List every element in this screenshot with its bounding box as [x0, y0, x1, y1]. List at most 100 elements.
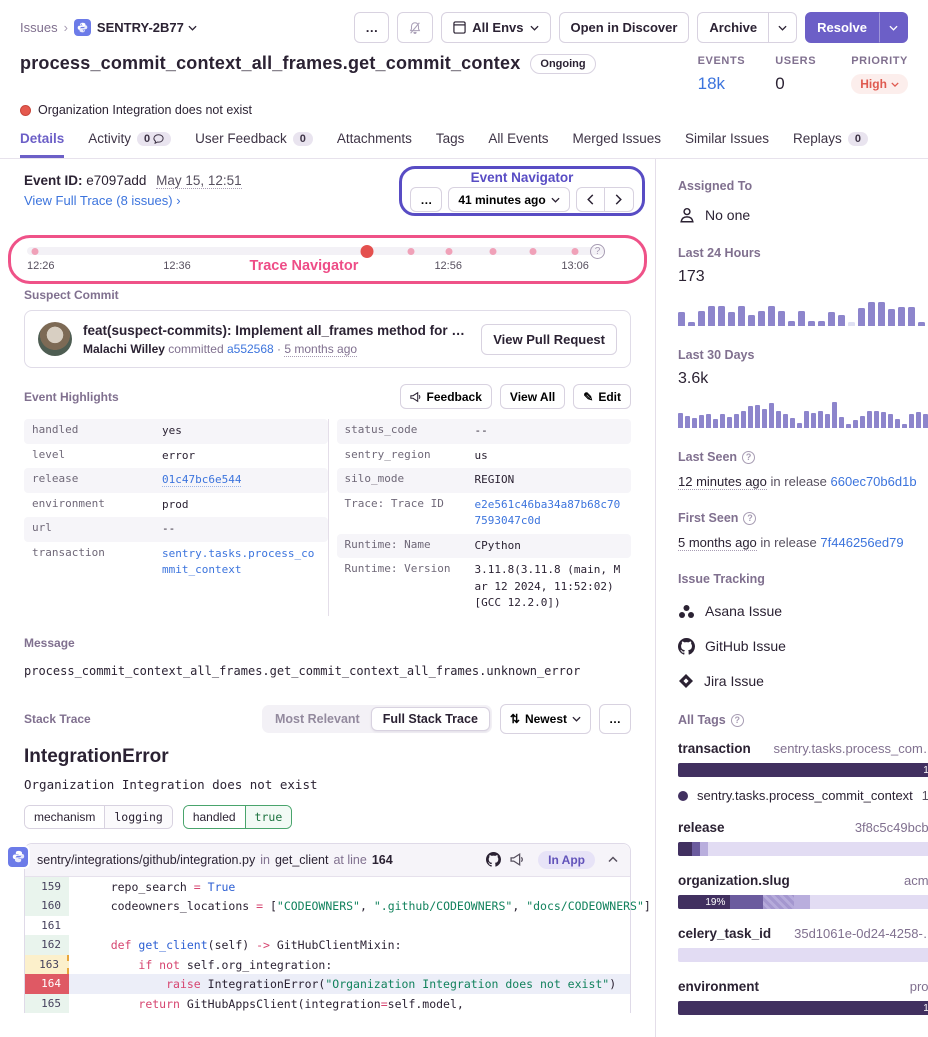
tag-bar-segment[interactable]: [692, 842, 700, 856]
mute-bell-button[interactable]: [397, 12, 433, 43]
stack-trace-more-button[interactable]: …: [599, 704, 631, 734]
highlight-value: us: [475, 448, 624, 465]
line-number: 165: [25, 994, 69, 1014]
open-in-discover-button[interactable]: Open in Discover: [559, 12, 690, 43]
prev-event-button[interactable]: [576, 187, 605, 212]
tag-header[interactable]: organization.slugacme: [678, 873, 928, 888]
tab-user-feedback[interactable]: User Feedback0: [195, 131, 313, 158]
last-seen-release-link[interactable]: 660ec70b6d1b: [831, 474, 917, 489]
chart-bar: [853, 420, 858, 428]
issue-tracking-github[interactable]: GitHub Issue+: [678, 636, 928, 656]
resolve-button[interactable]: Resolve: [805, 12, 879, 43]
next-event-button[interactable]: [605, 187, 634, 212]
chart-bar: [825, 414, 830, 428]
tag-bar-segment[interactable]: 100%: [678, 1001, 928, 1015]
tab-tags[interactable]: Tags: [436, 131, 465, 158]
person-icon: [678, 206, 696, 224]
tag-header[interactable]: environmentprod: [678, 979, 928, 994]
issue-tracking-asana[interactable]: Asana Issue+: [678, 601, 928, 621]
tag-bar-segment[interactable]: [700, 842, 708, 856]
tab-similar-issues[interactable]: Similar Issues: [685, 131, 769, 158]
tag-bar-segment[interactable]: [678, 842, 692, 856]
tag-bar-segment[interactable]: [763, 895, 793, 909]
commit-sha-link[interactable]: a552568: [227, 342, 274, 356]
tag-detail-row[interactable]: sentry.tasks.process_commit_context100%: [678, 788, 928, 803]
chart-bar: [708, 306, 715, 326]
main-column: Event ID: e7097add May 15, 12:51 View Fu…: [0, 159, 655, 1037]
tab-activity[interactable]: Activity0: [88, 131, 171, 158]
tag-bar-segment[interactable]: [730, 895, 763, 909]
toggle-most-relevant[interactable]: Most Relevant: [264, 708, 371, 730]
tab-merged-issues[interactable]: Merged Issues: [572, 131, 661, 158]
event-more-button[interactable]: …: [410, 187, 442, 212]
code-line-160: 160 codeowners_locations = ["CODEOWNERS"…: [25, 896, 630, 916]
feedback-button[interactable]: Feedback: [400, 384, 492, 409]
github-icon[interactable]: [486, 852, 501, 867]
tab-replays[interactable]: Replays0: [793, 131, 868, 158]
help-icon[interactable]: ?: [731, 714, 744, 727]
chevron-up-icon[interactable]: [608, 856, 618, 863]
archive-button[interactable]: Archive: [697, 12, 769, 43]
priority-badge[interactable]: High: [851, 74, 908, 94]
current-event-dot[interactable]: [361, 245, 374, 258]
highlight-value[interactable]: sentry.tasks.process_commit_context: [162, 546, 320, 579]
help-icon[interactable]: ?: [742, 451, 755, 464]
tab-attachments[interactable]: Attachments: [337, 131, 412, 158]
help-icon[interactable]: ?: [743, 512, 756, 525]
tag-header[interactable]: transactionsentry.tasks.process_com…: [678, 741, 928, 756]
breadcrumb-issues[interactable]: Issues: [20, 20, 58, 35]
highlight-key: Runtime: Name: [345, 538, 475, 555]
tab-all-events[interactable]: All Events: [488, 131, 548, 158]
edit-button[interactable]: ✎ Edit: [573, 384, 631, 409]
commit-age[interactable]: 5 months ago: [284, 342, 357, 357]
chart-bar: [713, 419, 718, 428]
tag-header[interactable]: celery_task_id35d1061e-0d24-4258-…: [678, 926, 928, 941]
tag-bar-segment[interactable]: [794, 895, 811, 909]
tab-details[interactable]: Details: [20, 131, 64, 158]
chart-bar: [881, 412, 886, 428]
last-seen-time[interactable]: 12 minutes ago: [678, 474, 767, 490]
last-30-days-chart[interactable]: [678, 398, 928, 428]
first-seen-time[interactable]: 5 months ago: [678, 535, 757, 551]
tab-badge: 0: [137, 132, 171, 146]
sort-dropdown[interactable]: ⇅ Newest: [500, 704, 591, 734]
trace-event-dot[interactable]: [31, 248, 38, 255]
stack-trace-heading: Stack Trace: [24, 712, 91, 726]
all-envs-button[interactable]: All Envs: [441, 12, 550, 43]
trace-event-dot[interactable]: [490, 248, 497, 255]
toggle-full-stack-trace[interactable]: Full Stack Trace: [371, 707, 490, 731]
trace-event-dot[interactable]: [571, 248, 578, 255]
view-pull-request-button[interactable]: View Pull Request: [481, 324, 617, 355]
view-all-button[interactable]: View All: [500, 384, 565, 409]
first-seen-release-link[interactable]: 7f446256ed79: [820, 535, 903, 550]
users-count[interactable]: 0: [775, 74, 821, 94]
trace-event-dot[interactable]: [446, 248, 453, 255]
highlight-row: status_code--: [337, 419, 632, 444]
event-age-dropdown[interactable]: 41 minutes ago: [448, 187, 569, 212]
trace-timeline-track[interactable]: [27, 247, 604, 255]
stack-frame-header[interactable]: sentry/integrations/github/integration.p…: [25, 844, 630, 877]
help-icon[interactable]: ?: [590, 244, 605, 259]
trace-event-dot[interactable]: [530, 248, 537, 255]
tag-header[interactable]: release3f8c5c49bcb3: [678, 820, 928, 835]
megaphone-icon[interactable]: [510, 852, 525, 867]
last-24-hours-chart[interactable]: [678, 296, 928, 326]
issue-tracking-jira[interactable]: Jira Issue+: [678, 671, 928, 691]
tag-bar-segment[interactable]: 100%: [678, 763, 928, 777]
highlight-value: error: [162, 448, 320, 465]
events-count[interactable]: 18k: [698, 74, 746, 94]
tag-bar-segment[interactable]: 19%: [678, 895, 730, 909]
trace-event-dot[interactable]: [408, 248, 415, 255]
assignee-selector[interactable]: No one: [678, 206, 928, 224]
event-date[interactable]: May 15, 12:51: [156, 173, 242, 189]
suspect-commit-heading: Suspect Commit: [24, 288, 631, 302]
avatar: [38, 322, 72, 356]
highlight-value[interactable]: e2e561c46ba34a87b68c707593047c0d: [475, 497, 624, 530]
more-actions-button[interactable]: …: [354, 12, 389, 43]
tag-distribution-bar: 19%: [678, 895, 928, 909]
breadcrumb-short-id[interactable]: SENTRY-2B77: [97, 20, 197, 35]
highlight-value[interactable]: 01c47bc6e544: [162, 472, 320, 489]
archive-dropdown-button[interactable]: [769, 12, 797, 43]
view-full-trace-link[interactable]: View Full Trace (8 issues) ›: [24, 193, 181, 208]
resolve-dropdown-button[interactable]: [879, 12, 908, 43]
